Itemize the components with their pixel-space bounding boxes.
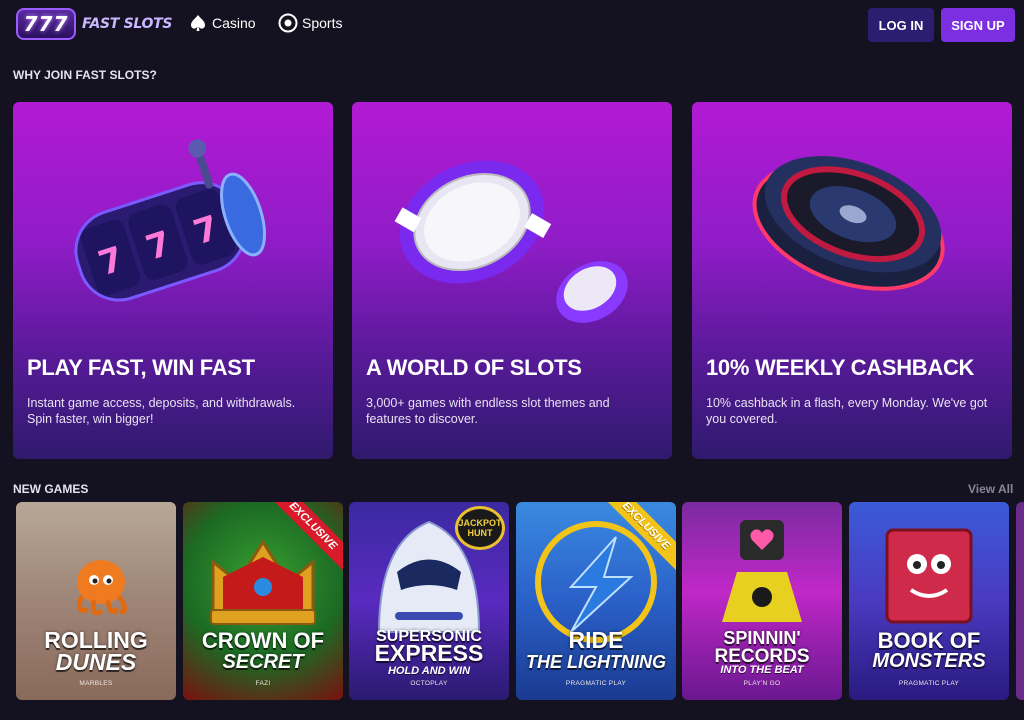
game-provider: FAZI xyxy=(255,680,271,687)
logo-badge: 777 xyxy=(16,8,76,40)
nav-sports-label: Sports xyxy=(302,15,343,31)
new-games-title: NEW GAMES xyxy=(13,482,89,496)
game-provider: OCTOPLAY xyxy=(410,680,448,687)
feature-text: 10% cashback in a flash, every Monday. W… xyxy=(706,396,988,426)
roulette-wheel-icon xyxy=(752,156,945,291)
casino-chips-icon xyxy=(394,160,628,323)
game-title-line1: ROLLING xyxy=(44,627,148,653)
game-subtitle: HOLD AND WIN xyxy=(387,665,471,677)
slot-reels-icon: 7 7 7 xyxy=(74,139,267,302)
feature-title: 10% WEEKLY CASHBACK xyxy=(706,355,975,380)
feature-title: A WORLD OF SLOTS xyxy=(366,355,582,380)
game-title-line2: THE LIGHTNING xyxy=(526,652,666,672)
game-tile-spinnin-records[interactable]: SPINNIN' RECORDS INTO THE BEAT PLAY'N GO xyxy=(682,502,842,700)
game-subtitle: INTO THE BEAT xyxy=(720,664,804,676)
game-provider: PRAGMATIC PLAY xyxy=(565,680,627,687)
feature-text: 3,000+ games with endless slot themes an… xyxy=(366,396,610,426)
view-all-link[interactable]: View All xyxy=(968,482,1013,496)
game-title-line2: MONSTERS xyxy=(872,650,986,672)
game-tile-rolling-dunes[interactable]: ROLLING DUNES MARBLES xyxy=(16,502,176,700)
feature-card-world-of-slots: A WORLD OF SLOTS 3,000+ games with endle… xyxy=(352,102,672,459)
game-tile-crown-of-secret[interactable]: EXCLUSIVE CROWN OF SECRET FAZI xyxy=(183,502,343,700)
site-logo[interactable]: 777 FAST SLOTS xyxy=(16,8,172,40)
feature-card-play-fast: 7 7 7 PLAY FAST, WIN FAST Instant game a… xyxy=(13,102,333,459)
feature-text: Instant game access, deposits, and withd… xyxy=(27,396,296,426)
top-header: 777 FAST SLOTS Casino Sports LOG IN SIGN… xyxy=(0,0,1024,50)
game-title-line2: DUNES xyxy=(55,649,137,675)
game-tile-ride-the-lightning[interactable]: EXCLUSIVE RIDE THE LIGHTNING PRAGMATIC P… xyxy=(516,502,676,700)
game-tile-partial[interactable] xyxy=(1016,502,1024,700)
spade-icon xyxy=(188,13,208,33)
game-title-line2: EXPRESS xyxy=(374,640,484,666)
football-icon xyxy=(278,13,298,33)
signup-button[interactable]: SIGN UP xyxy=(941,8,1015,42)
logo-text: FAST SLOTS xyxy=(82,16,173,32)
game-provider: PLAY'N GO xyxy=(743,680,781,687)
game-provider: PRAGMATIC PLAY xyxy=(898,680,960,687)
game-title-line2: SECRET xyxy=(222,651,304,673)
feature-card-cashback: 10% WEEKLY CASHBACK 10% cashback in a fl… xyxy=(692,102,1012,459)
nav-sports[interactable]: Sports xyxy=(278,13,342,33)
nav-casino-label: Casino xyxy=(212,15,256,31)
game-title-line1: BOOK OF xyxy=(877,628,981,653)
game-tile-supersonic-express[interactable]: JACKPOT HUNT SUPERSONIC EXPRESS HOLD AND… xyxy=(349,502,509,700)
why-section-title: WHY JOIN FAST SLOTS? xyxy=(13,68,157,82)
jackpot-hunt-badge: JACKPOT HUNT xyxy=(455,506,505,550)
game-title-line1: CROWN OF xyxy=(201,628,325,653)
game-provider: MARBLES xyxy=(79,680,113,687)
game-tile-book-of-monsters[interactable]: BOOK OF MONSTERS PRAGMATIC PLAY xyxy=(849,502,1009,700)
feature-title: PLAY FAST, WIN FAST xyxy=(27,355,255,380)
login-button[interactable]: LOG IN xyxy=(868,8,934,42)
nav-casino[interactable]: Casino xyxy=(188,13,256,33)
game-title-line1: RIDE xyxy=(568,627,624,653)
